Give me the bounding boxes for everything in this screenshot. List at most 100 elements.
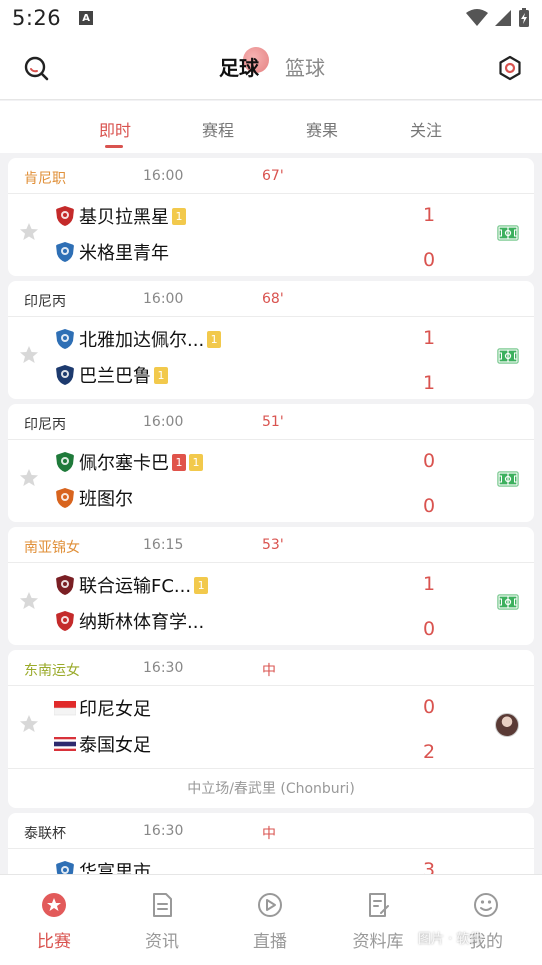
- watermark: 图片 · 软件: [418, 932, 483, 947]
- yellow-card-badge: 1: [207, 330, 222, 348]
- nav-live[interactable]: 直播: [216, 875, 324, 965]
- match-card[interactable]: 东南运女 16:30 中印尼女足 泰国女足 0 2 中立场/春武里 (Chonburi): [8, 650, 534, 808]
- favorite-star-icon[interactable]: [19, 222, 39, 242]
- yellow-card-badge: 1: [194, 576, 209, 594]
- away-score: 0: [422, 249, 436, 271]
- nav-profile[interactable]: 我的: [432, 875, 540, 965]
- team-away[interactable]: 纳斯林体育学...: [54, 607, 204, 635]
- match-header: 印尼丙 16:00 68': [8, 281, 534, 317]
- pitch-icon[interactable]: [497, 225, 519, 241]
- match-header: 印尼丙 16:00 51': [8, 404, 534, 440]
- tab-schedule[interactable]: 赛程: [202, 117, 234, 141]
- home-score: 0: [422, 696, 436, 718]
- pitch-icon[interactable]: [497, 594, 519, 610]
- match-card[interactable]: 印尼丙 16:00 51' 佩尔塞卡巴 1 1 班图尔 0 0: [8, 404, 534, 522]
- match-card[interactable]: 肯尼职 16:00 67' 基贝拉黑星 1 米格里青年 1 0: [8, 158, 534, 276]
- favorite-star-icon[interactable]: [19, 345, 39, 365]
- team-home[interactable]: 印尼女足: [54, 694, 151, 722]
- home-score: 1: [422, 204, 436, 226]
- away-score: 0: [422, 495, 436, 517]
- match-card[interactable]: 泰联杯 16:30 中华富里市 3: [8, 813, 534, 874]
- league-name: 泰联杯: [24, 826, 66, 842]
- team-away[interactable]: 巴兰巴鲁 1: [54, 361, 168, 389]
- nav-database[interactable]: 资料库: [324, 875, 432, 965]
- search-icon[interactable]: [22, 54, 50, 82]
- team-name: 华富里市: [79, 862, 151, 874]
- yellow-card-badge: 1: [189, 453, 203, 471]
- kickoff-time: 16:00: [143, 291, 184, 307]
- status-time: 5:26: [12, 6, 62, 30]
- tab-live[interactable]: 即时: [99, 117, 131, 141]
- cell-signal-icon: [495, 10, 511, 26]
- team-name: 泰国女足: [79, 735, 151, 756]
- home-score: 1: [422, 327, 436, 349]
- pitch-icon[interactable]: [497, 471, 519, 487]
- team-home[interactable]: 佩尔塞卡巴 1 1: [54, 448, 203, 476]
- team-name: 北雅加达佩尔...: [79, 330, 205, 351]
- team-logo-icon: [54, 701, 76, 716]
- nav-news[interactable]: 资讯: [108, 875, 216, 965]
- kickoff-time: 16:30: [143, 823, 184, 839]
- nav-matches[interactable]: 比赛: [0, 875, 108, 965]
- away-score: 1: [422, 372, 436, 394]
- match-header: 南亚锦女 16:15 53': [8, 527, 534, 563]
- status-bar: 5:26 A: [0, 0, 542, 36]
- nav-label: 比赛: [37, 932, 71, 952]
- database-icon: [369, 893, 389, 917]
- kickoff-time: 16:00: [143, 168, 184, 184]
- team-name: 印尼女足: [79, 699, 151, 720]
- kickoff-time: 16:30: [143, 660, 184, 676]
- team-logo-icon: [56, 611, 74, 631]
- home-score: 0: [422, 450, 436, 472]
- league-name: 肯尼职: [24, 171, 66, 187]
- team-logo-icon: [56, 488, 74, 508]
- favorite-star-icon[interactable]: [19, 714, 39, 734]
- team-logo-icon: [56, 452, 74, 472]
- match-card[interactable]: 南亚锦女 16:15 53' 联合运输FC... 1 纳斯林体育学... 1 0: [8, 527, 534, 645]
- match-filter-tabs: 即时 赛程 赛果 关注: [0, 101, 542, 153]
- match-minute: 51': [262, 414, 284, 430]
- team-away[interactable]: 米格里青年: [54, 238, 169, 266]
- tab-football[interactable]: 足球: [219, 54, 259, 82]
- match-minute: 67': [262, 168, 284, 184]
- league-name: 东南运女: [24, 663, 80, 679]
- team-away[interactable]: 班图尔: [54, 484, 133, 512]
- team-logo-icon: [56, 329, 74, 349]
- match-body: 基贝拉黑星 1 米格里青年 1 0: [8, 194, 534, 276]
- league-name: 南亚锦女: [24, 540, 80, 556]
- match-body: 联合运输FC... 1 纳斯林体育学... 1 0: [8, 563, 534, 645]
- anchor-avatar-icon[interactable]: [495, 713, 519, 737]
- away-score: 2: [422, 741, 436, 763]
- tab-basketball[interactable]: 篮球: [285, 54, 325, 82]
- active-tab-indicator: [105, 145, 123, 148]
- tab-following[interactable]: 关注: [410, 117, 442, 141]
- league-name: 印尼丙: [24, 417, 66, 433]
- venue-info: 中立场/春武里 (Chonburi): [8, 768, 534, 808]
- favorite-star-icon[interactable]: [19, 591, 39, 611]
- match-minute: 68': [262, 291, 284, 307]
- red-card-badge: 1: [172, 453, 186, 471]
- nav-label: 直播: [253, 932, 287, 952]
- team-home[interactable]: 北雅加达佩尔... 1: [54, 325, 222, 353]
- match-header: 东南运女 16:30 中: [8, 650, 534, 686]
- team-logo-icon: [56, 861, 74, 874]
- match-icon: [42, 893, 66, 917]
- settings-hexagon-icon[interactable]: [496, 54, 524, 82]
- match-body: 印尼女足泰国女足 0 2: [8, 686, 534, 768]
- nav-label: 资讯: [145, 932, 179, 952]
- team-home[interactable]: 华富里市: [54, 857, 151, 874]
- team-logo-icon: [56, 206, 74, 226]
- team-logo-icon: [54, 737, 76, 751]
- kickoff-time: 16:00: [143, 414, 184, 430]
- nav-label: 资料库: [352, 932, 404, 952]
- notification-icon: A: [79, 11, 94, 25]
- team-home[interactable]: 联合运输FC... 1: [54, 571, 209, 599]
- tab-results[interactable]: 赛果: [306, 117, 338, 141]
- match-card[interactable]: 印尼丙 16:00 68' 北雅加达佩尔... 1 巴兰巴鲁 1 1 1: [8, 281, 534, 399]
- team-logo-icon: [56, 575, 74, 595]
- team-home[interactable]: 基贝拉黑星 1: [54, 202, 186, 230]
- pitch-icon[interactable]: [497, 348, 519, 364]
- favorite-star-icon[interactable]: [19, 468, 39, 488]
- team-away[interactable]: 泰国女足: [54, 730, 151, 758]
- status-indicators: [466, 8, 530, 28]
